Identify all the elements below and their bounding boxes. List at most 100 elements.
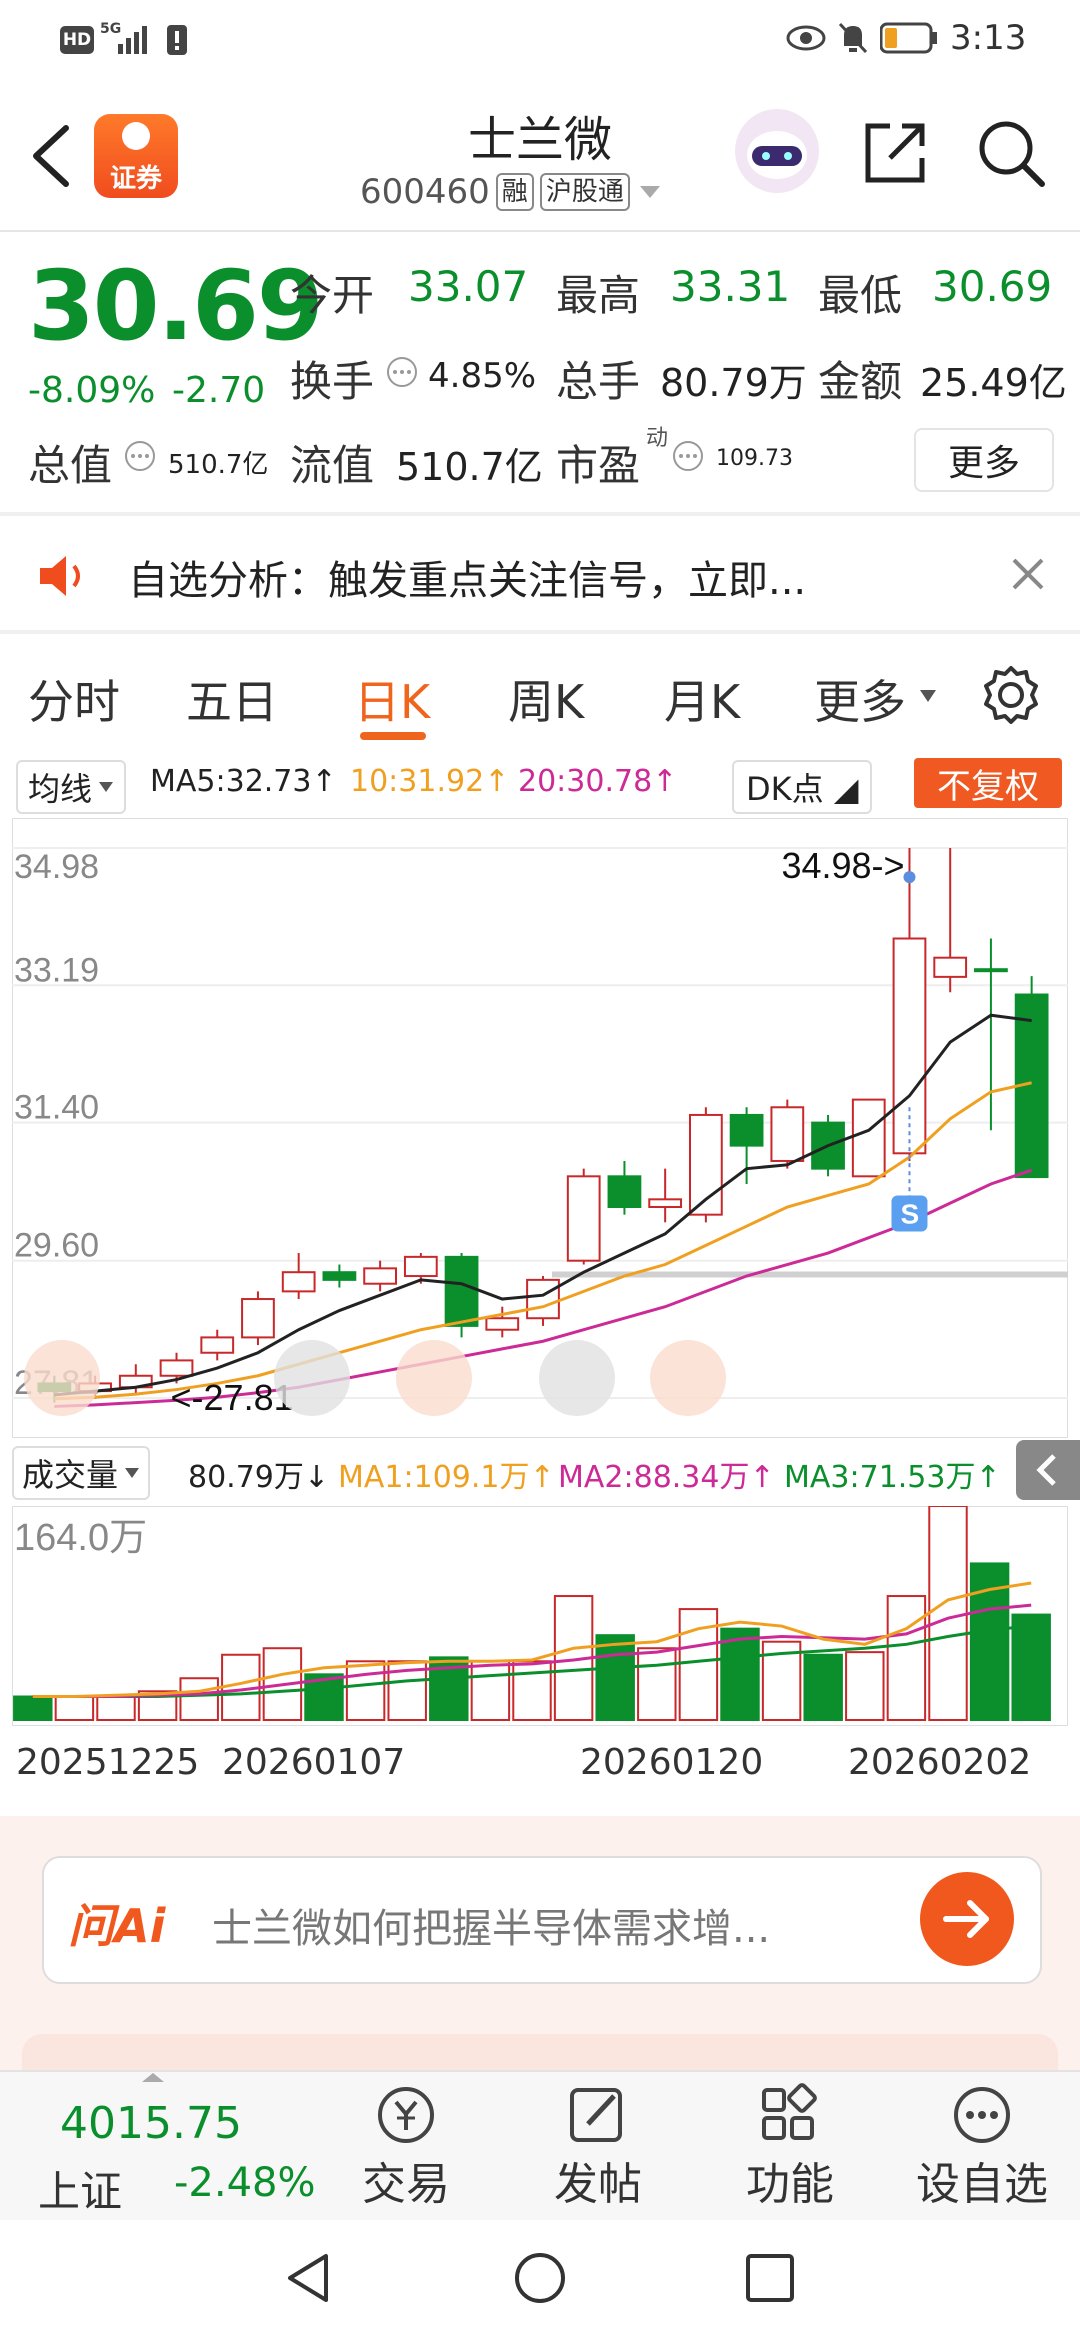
- divider: [0, 630, 1080, 634]
- info-dots-icon[interactable]: [386, 356, 418, 388]
- nav-trade[interactable]: 交易: [336, 2082, 476, 2212]
- system-nav-bar: [0, 2220, 1080, 2340]
- info-dots-icon[interactable]: [124, 440, 156, 472]
- dk-point-select[interactable]: DK点 ◢: [732, 760, 873, 814]
- adjust-mode-button[interactable]: 不复权: [914, 758, 1062, 808]
- y-tick-label: 34.98: [14, 848, 99, 886]
- stock-code-line: 600460 融 沪股通: [360, 172, 664, 212]
- chevron-left-icon[interactable]: [396, 1340, 472, 1416]
- bottom-nav: 4015.75 上证 -2.48% 交易 发帖 功能 设自选: [0, 2070, 1080, 2222]
- high-label: 最高: [556, 271, 641, 320]
- tab-five-day[interactable]: 五日: [186, 666, 278, 732]
- candle-body: [974, 968, 1008, 973]
- more-quote-button[interactable]: 更多: [914, 428, 1054, 492]
- caret-down-icon: [125, 1468, 140, 1478]
- signal-label: S: [900, 1198, 919, 1229]
- tab-intraday[interactable]: 分时: [28, 666, 120, 732]
- grid-apps-icon: [762, 2083, 817, 2140]
- tab-more[interactable]: 更多: [814, 666, 906, 732]
- kline-svg: 34.9833.1931.4029.6027.8134.98-><-27.81S: [11, 817, 1069, 1439]
- share-icon[interactable]: [860, 118, 930, 188]
- robot-avatar-icon[interactable]: [734, 108, 820, 194]
- open-value: 33.07: [408, 262, 529, 311]
- candle-body: [933, 956, 968, 978]
- arrow-right-icon: [943, 1900, 989, 1938]
- volume-chart[interactable]: 164.0万: [11, 1505, 1069, 1727]
- signal-icon: [118, 26, 147, 54]
- volume-bar: [803, 1653, 843, 1722]
- tab-daily-k[interactable]: 日K: [354, 666, 430, 732]
- divider: [0, 512, 1080, 516]
- crosshair-icon[interactable]: [274, 1340, 350, 1416]
- volume-select[interactable]: 成交量: [12, 1446, 151, 1500]
- collapse-panel-button[interactable]: [1016, 1440, 1080, 1500]
- caret-up-icon: [142, 2073, 164, 2082]
- nav-add-watchlist[interactable]: 设自选: [912, 2082, 1052, 2212]
- search-icon[interactable]: [976, 118, 1048, 190]
- tab-weekly-k[interactable]: 周K: [508, 666, 584, 732]
- date-label: 20260202: [848, 1742, 1032, 1783]
- open-label: 今开: [290, 271, 375, 320]
- y-tick-label: 31.40: [14, 1089, 99, 1127]
- mute-icon: [838, 22, 868, 54]
- change-pct: -8.09%: [28, 370, 156, 411]
- double-chevron-left-icon[interactable]: [24, 1340, 100, 1416]
- ai-question-box[interactable]: 问Ai 士兰微如何把握半导体需求增...: [42, 1856, 1042, 1984]
- float-label: 流值: [290, 441, 375, 490]
- candle-body: [526, 1278, 560, 1320]
- kline-chart[interactable]: 34.9833.1931.4029.6027.8134.98-><-27.81S: [11, 817, 1069, 1439]
- index-name[interactable]: 上证: [38, 2158, 122, 2219]
- volume-bar: [470, 1660, 511, 1721]
- info-dots-icon[interactable]: [672, 440, 704, 472]
- candle-body: [770, 1106, 805, 1162]
- index-change[interactable]: -2.48%: [174, 2160, 316, 2206]
- y-tick-label: 29.60: [14, 1227, 99, 1265]
- news-card-peek: [22, 2034, 1058, 2074]
- ma-select[interactable]: 均线: [16, 760, 127, 814]
- current-price: 30.69: [28, 250, 324, 362]
- close-icon[interactable]: [1008, 554, 1048, 594]
- volume-bar: [595, 1634, 635, 1721]
- volume-value: 80.79万: [660, 361, 807, 405]
- system-home-icon[interactable]: [512, 2250, 568, 2306]
- ma20-label: 20:30.78↑: [518, 764, 678, 799]
- speaker-icon: [40, 556, 80, 596]
- amount-value: 25.49亿: [920, 361, 1067, 405]
- settings-gear-icon[interactable]: [980, 664, 1042, 726]
- nav-trade-label: 交易: [362, 2159, 450, 2210]
- system-back-icon[interactable]: [282, 2250, 338, 2306]
- tab-monthly-k[interactable]: 月K: [664, 666, 740, 732]
- nav-post[interactable]: 发帖: [528, 2082, 668, 2212]
- vol-ma1-label: MA1:109.1万↑: [338, 1460, 555, 1495]
- margin-tag: 融: [495, 173, 534, 211]
- candle-body: [566, 1175, 601, 1262]
- system-recents-icon[interactable]: [742, 2250, 798, 2306]
- volume-legend-bar: 成交量 80.79万↓ MA1:109.1万↑ MA2:88.34万↑ MA3:…: [0, 1440, 1080, 1504]
- ai-prompt: 士兰微如何把握半导体需求增...: [212, 1906, 771, 1952]
- candle-body: [607, 1175, 642, 1208]
- chevron-right-icon[interactable]: [539, 1340, 615, 1416]
- volume-select-label: 成交量: [22, 1456, 119, 1494]
- battery-icon: [880, 22, 937, 54]
- amount-label: 金额: [818, 357, 903, 406]
- ai-submit-button[interactable]: [920, 1872, 1014, 1966]
- pe-value: 109.73: [716, 446, 793, 471]
- pe-label: 市盈: [556, 441, 641, 490]
- candle-body: [729, 1113, 764, 1147]
- date-label: 20251225: [16, 1742, 200, 1783]
- volume-bar: [637, 1647, 677, 1721]
- active-tab-indicator: [360, 732, 426, 740]
- index-value[interactable]: 4015.75: [60, 2098, 242, 2149]
- expand-icon[interactable]: [650, 1340, 726, 1416]
- change-value: -2.70: [172, 370, 266, 411]
- analysis-banner[interactable]: 自选分析：触发重点关注信号，立即...: [0, 520, 1080, 630]
- stock-code: 600460: [360, 172, 490, 212]
- nav-functions[interactable]: 功能: [720, 2082, 860, 2212]
- volume-max-label: 164.0万: [14, 1517, 147, 1559]
- volume-label: 总手: [556, 357, 641, 406]
- candle-body: [281, 1271, 316, 1293]
- ma-legend-bar: 均线 MA5:32.73↑ 10:31.92↑ 20:30.78↑ DK点 ◢ …: [0, 752, 1080, 816]
- volume-bar: [345, 1660, 386, 1721]
- caret-down-icon[interactable]: [636, 182, 664, 202]
- nav-functions-label: 功能: [746, 2159, 834, 2210]
